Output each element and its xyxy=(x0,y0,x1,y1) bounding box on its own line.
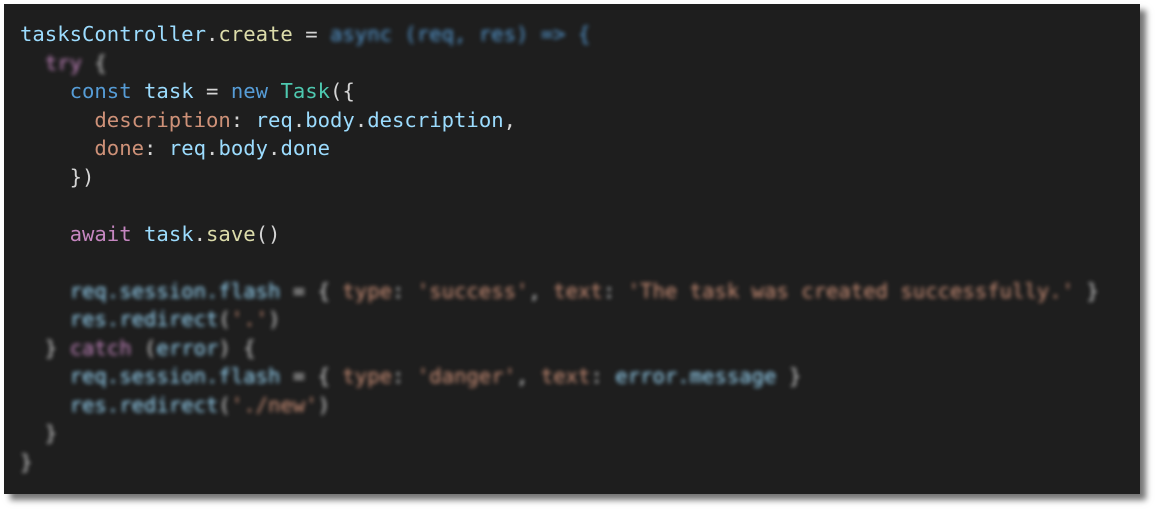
code-token: : xyxy=(392,364,417,388)
code-token: description xyxy=(94,107,231,132)
code-token: ) { xyxy=(218,335,256,360)
code-line: ​ xyxy=(20,248,1099,277)
code-token: . xyxy=(205,22,219,46)
code-token: type xyxy=(342,364,392,388)
code-line: res.redirect('./new') xyxy=(20,391,1099,420)
code-token: body xyxy=(305,107,355,132)
code-token: . xyxy=(292,107,306,132)
code-token: done xyxy=(94,136,145,160)
code-token: res.redirect xyxy=(69,392,219,417)
code-token: () xyxy=(255,221,281,246)
code-token: : xyxy=(602,278,628,303)
code-token: = { xyxy=(280,278,343,303)
code-token: tasksController xyxy=(20,22,206,46)
code-token: = xyxy=(292,22,330,46)
code-token: ) xyxy=(317,392,331,417)
code-token: 'The task was created successfully.' xyxy=(627,278,1074,303)
code-block: tasksController.create = async (req, res… xyxy=(20,20,1099,476)
code-token: ({ xyxy=(330,79,355,103)
code-token: 'danger' xyxy=(416,364,517,388)
code-token: } xyxy=(20,421,58,445)
code-token: req.session.flash xyxy=(69,364,281,388)
code-token: req xyxy=(168,136,207,160)
code-line: req.session.flash = { type: 'danger', te… xyxy=(20,362,1099,391)
code-token: Task xyxy=(280,79,331,103)
code-line: req.session.flash = { type: 'success', t… xyxy=(20,277,1099,306)
code-token: catch xyxy=(69,335,132,360)
code-token: 'success' xyxy=(416,278,529,303)
code-line: } xyxy=(20,419,1099,448)
code-token: req xyxy=(255,107,293,132)
code-token: try xyxy=(44,50,83,75)
code-token: task xyxy=(144,79,194,103)
code-line: description: req.body.description, xyxy=(20,106,1099,135)
code-line: res.redirect('.') xyxy=(20,305,1099,334)
code-token: text xyxy=(553,278,603,303)
code-token: new xyxy=(230,79,269,103)
code-line: await task.save() xyxy=(20,220,1099,249)
code-token: . xyxy=(268,136,281,160)
code-token: : xyxy=(144,136,169,160)
code-line: } xyxy=(20,448,1099,477)
code-token: './new' xyxy=(230,392,318,417)
code-token: type xyxy=(342,278,392,303)
code-token: done xyxy=(280,136,331,160)
code-token: ) xyxy=(268,307,281,331)
code-token: create xyxy=(218,22,293,46)
code-token: : xyxy=(392,278,417,303)
code-token: '.' xyxy=(230,307,269,331)
code-line: const task = new Task({ xyxy=(20,77,1099,106)
code-token: : xyxy=(590,364,616,388)
code-token: res.redirect xyxy=(69,307,219,331)
code-screenshot-frame: tasksController.create = async (req, res… xyxy=(4,4,1140,494)
code-token: await xyxy=(69,221,132,246)
code-line: try { xyxy=(20,49,1099,78)
code-line: ​ xyxy=(20,191,1099,220)
code-token: description xyxy=(367,107,504,132)
code-token: } xyxy=(1074,278,1099,303)
code-line: } catch (error) { xyxy=(20,334,1099,363)
code-token: . xyxy=(354,107,368,132)
code-line: }) xyxy=(20,163,1099,192)
code-token: { xyxy=(82,50,107,75)
code-token: const xyxy=(69,79,132,103)
code-token: , xyxy=(503,107,517,132)
code-token: = xyxy=(193,79,231,103)
code-token: save xyxy=(206,221,256,246)
code-token: = { xyxy=(280,364,343,388)
code-token: error.message xyxy=(615,364,777,388)
code-line: done: req.body.done xyxy=(20,134,1099,163)
code-token: } xyxy=(20,335,70,360)
code-token: error xyxy=(156,335,219,360)
code-token: } xyxy=(776,364,802,388)
code-line: tasksController.create = async (req, res… xyxy=(20,20,1099,49)
code-token: ( xyxy=(218,392,231,417)
code-token: text xyxy=(540,364,591,388)
code-token: }) xyxy=(20,164,95,189)
code-token: . xyxy=(193,221,207,246)
code-token: ( xyxy=(131,335,157,360)
code-token: body xyxy=(218,136,269,160)
code-token: ( xyxy=(218,307,231,331)
code-token: } xyxy=(20,449,33,474)
code-token: : xyxy=(230,107,256,132)
code-token: , xyxy=(516,364,541,388)
code-token: async (req, res) => { xyxy=(330,22,591,46)
code-token: , xyxy=(528,278,554,303)
code-token: req.session.flash xyxy=(69,278,281,303)
code-token: task xyxy=(144,221,194,246)
code-token: . xyxy=(206,136,219,160)
